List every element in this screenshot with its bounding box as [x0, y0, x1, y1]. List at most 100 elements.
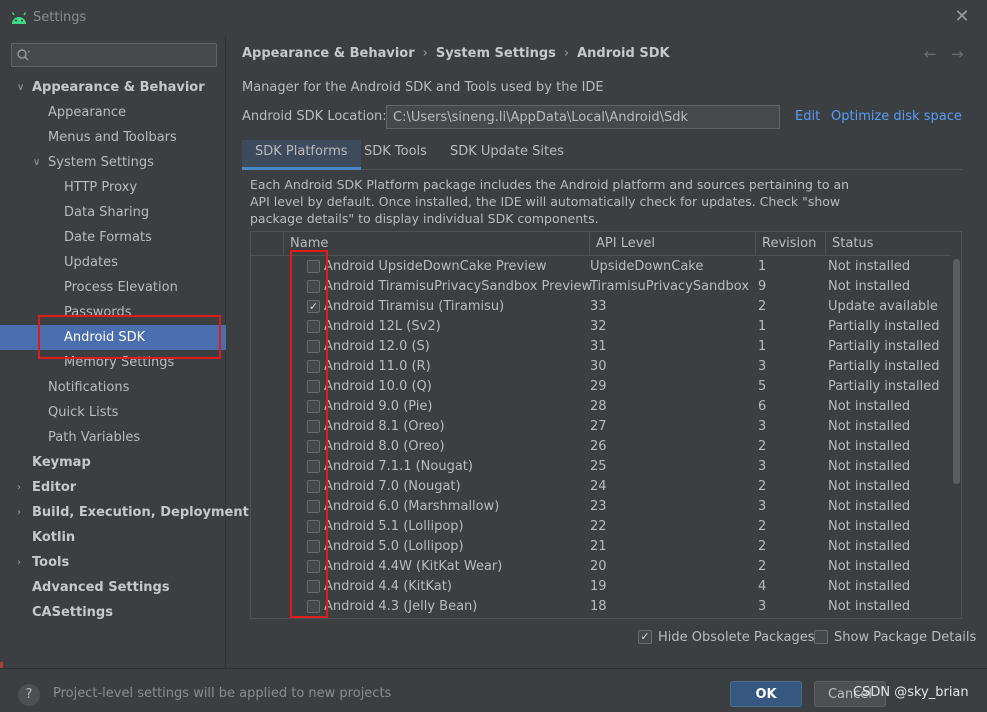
- table-row[interactable]: Android 12L (Sv2) 32 1 Partially installed: [251, 317, 951, 337]
- sidebar-item[interactable]: Keymap: [0, 450, 226, 475]
- row-name: Android TiramisuPrivacySandbox Preview: [324, 279, 593, 294]
- table-row[interactable]: Android 5.0 (Lollipop) 21 2 Not installed: [251, 537, 951, 557]
- row-checkbox[interactable]: [307, 480, 320, 493]
- row-checkbox[interactable]: [307, 420, 320, 433]
- row-checkbox[interactable]: [307, 340, 320, 353]
- row-checkbox[interactable]: [307, 360, 320, 373]
- tab-sdk-update-sites[interactable]: SDK Update Sites: [437, 140, 577, 170]
- table-row[interactable]: Android 9.0 (Pie) 28 6 Not installed: [251, 397, 951, 417]
- sidebar-item[interactable]: Android SDK: [0, 325, 226, 350]
- table-row[interactable]: Android TiramisuPrivacySandbox Preview Ti…: [251, 277, 951, 297]
- sidebar-item[interactable]: Menus and Toolbars: [0, 125, 226, 150]
- header-spacer: [251, 232, 283, 256]
- sidebar-item[interactable]: HTTP Proxy: [0, 175, 226, 200]
- table-row[interactable]: Android 5.1 (Lollipop) 22 2 Not installed: [251, 517, 951, 537]
- scrollbar-thumb[interactable]: [953, 259, 960, 484]
- chevron-right-icon[interactable]: ›: [17, 475, 29, 500]
- table-row[interactable]: Android 7.1.1 (Nougat) 25 3 Not installed: [251, 457, 951, 477]
- edit-link[interactable]: Edit: [795, 109, 820, 124]
- sidebar-item[interactable]: Notifications: [0, 375, 226, 400]
- row-checkbox[interactable]: [307, 600, 320, 613]
- forward-arrow-icon[interactable]: →: [951, 45, 964, 63]
- chevron-right-icon[interactable]: ›: [17, 550, 29, 575]
- settings-search-input[interactable]: [36, 46, 212, 64]
- chevron-down-icon[interactable]: ∨: [33, 150, 45, 175]
- search-box[interactable]: [11, 43, 217, 67]
- table-row[interactable]: Android 4.3 (Jelly Bean) 18 3 Not installed: [251, 597, 951, 617]
- row-api-level: TiramisuPrivacySandbox: [590, 279, 750, 294]
- sidebar-item[interactable]: Advanced Settings: [0, 575, 226, 600]
- column-header-api-level[interactable]: API Level: [589, 232, 755, 256]
- row-revision: 3: [758, 419, 767, 434]
- sdk-location-field[interactable]: [386, 105, 780, 129]
- table-row[interactable]: Android 4.4 (KitKat) 19 4 Not installed: [251, 577, 951, 597]
- table-row[interactable]: Android UpsideDownCake Preview UpsideDown…: [251, 257, 951, 277]
- optimize-disk-space-link[interactable]: Optimize disk space: [831, 109, 962, 124]
- sidebar-item[interactable]: Kotlin: [0, 525, 226, 550]
- sidebar-item-label: Appearance & Behavior: [32, 80, 205, 95]
- table-row[interactable]: Android 12.0 (S) 31 1 Partially installed: [251, 337, 951, 357]
- hide-obsolete-checkbox[interactable]: ✓: [638, 630, 652, 644]
- sidebar-item[interactable]: › Build, Execution, Deployment: [0, 500, 249, 525]
- table-row[interactable]: Android 4.4W (KitKat Wear) 20 2 Not install…: [251, 557, 951, 577]
- tab-sdk-tools[interactable]: SDK Tools: [351, 140, 440, 170]
- table-row[interactable]: Android 6.0 (Marshmallow) 23 3 Not installe…: [251, 497, 951, 517]
- chevron-down-icon[interactable]: ∨: [17, 75, 29, 100]
- sidebar-item[interactable]: Quick Lists: [0, 400, 226, 425]
- sdk-platforms-table: Name API Level Revision Status Android U…: [250, 231, 962, 619]
- row-checkbox[interactable]: [307, 500, 320, 513]
- row-checkbox[interactable]: [307, 440, 320, 453]
- row-status: Not installed: [828, 279, 911, 294]
- row-checkbox[interactable]: [307, 520, 320, 533]
- watermark: CSDN @sky_brian: [853, 685, 969, 700]
- sidebar-item[interactable]: Date Formats: [0, 225, 226, 250]
- row-checkbox[interactable]: [307, 280, 320, 293]
- ok-button[interactable]: OK: [730, 681, 802, 707]
- back-arrow-icon[interactable]: ←: [924, 45, 937, 63]
- row-revision: 2: [758, 559, 767, 574]
- sidebar-item[interactable]: ∨ System Settings: [0, 150, 226, 175]
- table-header: Name API Level Revision Status: [251, 232, 951, 256]
- row-checkbox[interactable]: [307, 460, 320, 473]
- sidebar-item[interactable]: Updates: [0, 250, 226, 275]
- row-checkbox[interactable]: [307, 400, 320, 413]
- column-header-name[interactable]: Name: [283, 232, 589, 256]
- row-api-level: 32: [590, 319, 607, 334]
- row-checkbox[interactable]: [307, 320, 320, 333]
- table-row[interactable]: Android 7.0 (Nougat) 24 2 Not installed: [251, 477, 951, 497]
- row-checkbox[interactable]: [307, 580, 320, 593]
- vertical-scrollbar[interactable]: [951, 257, 961, 618]
- sidebar-item[interactable]: CASettings: [0, 600, 226, 625]
- row-checkbox[interactable]: [307, 260, 320, 273]
- sidebar-item[interactable]: Process Elevation: [0, 275, 226, 300]
- sidebar-item-label: System Settings: [48, 155, 154, 170]
- row-checkbox[interactable]: [307, 380, 320, 393]
- table-row[interactable]: Android 8.0 (Oreo) 26 2 Not installed: [251, 437, 951, 457]
- sidebar-item[interactable]: › Tools: [0, 550, 226, 575]
- sidebar-item[interactable]: Memory Settings: [0, 350, 226, 375]
- row-api-level: 22: [590, 519, 607, 534]
- sidebar-item[interactable]: Path Variables: [0, 425, 226, 450]
- table-row[interactable]: Android 10.0 (Q) 29 5 Partially installed: [251, 377, 951, 397]
- row-checkbox[interactable]: [307, 540, 320, 553]
- sidebar-item[interactable]: Data Sharing: [0, 200, 226, 225]
- table-row[interactable]: ✓ Android Tiramisu (Tiramisu) 33 2 Update av…: [251, 297, 951, 317]
- row-checkbox[interactable]: ✓: [307, 300, 320, 313]
- table-row[interactable]: Android 11.0 (R) 30 3 Partially installed: [251, 357, 951, 377]
- sidebar-item[interactable]: › Editor: [0, 475, 226, 500]
- row-checkbox[interactable]: [307, 560, 320, 573]
- sidebar-item[interactable]: Appearance: [0, 100, 226, 125]
- sidebar-item[interactable]: Passwords: [0, 300, 226, 325]
- sidebar-item-label: Notifications: [48, 380, 130, 395]
- table-row[interactable]: Android 8.1 (Oreo) 27 3 Not installed: [251, 417, 951, 437]
- sidebar-item[interactable]: ∨ Appearance & Behavior: [0, 75, 226, 100]
- column-header-status[interactable]: Status: [825, 232, 951, 256]
- row-status: Not installed: [828, 259, 911, 274]
- settings-sidebar: ∨ Appearance & Behavior Appearance Menus an…: [0, 36, 249, 668]
- tab-sdk-platforms[interactable]: SDK Platforms: [242, 140, 361, 170]
- close-icon[interactable]: ✕: [952, 7, 972, 27]
- help-icon[interactable]: ?: [18, 684, 40, 706]
- column-header-revision[interactable]: Revision: [755, 232, 825, 256]
- show-details-checkbox[interactable]: [814, 630, 828, 644]
- chevron-right-icon[interactable]: ›: [17, 500, 29, 525]
